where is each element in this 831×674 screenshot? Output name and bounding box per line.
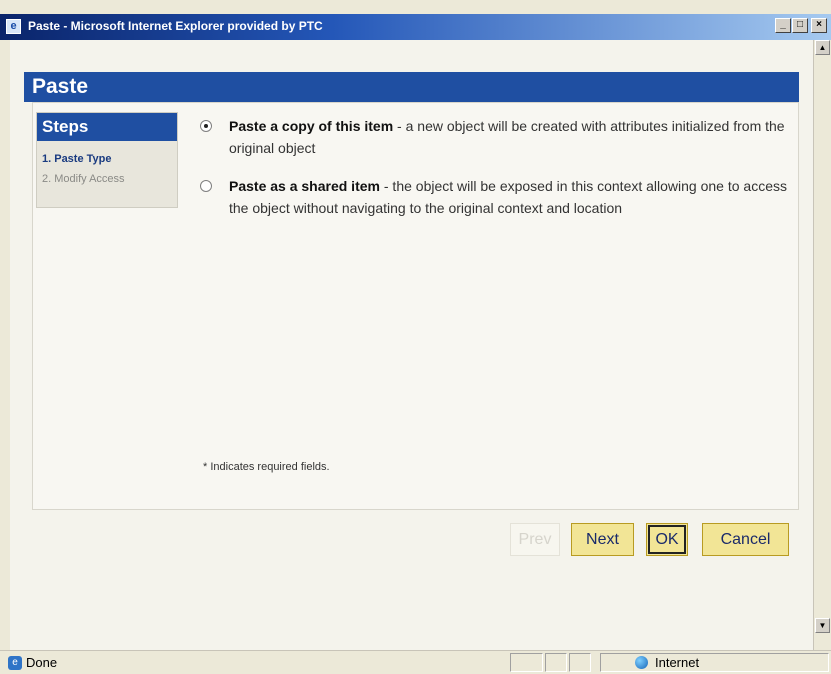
step-paste-type[interactable]: 1. Paste Type [37,149,177,169]
ie-icon: e [6,19,21,34]
browser-window: e Paste - Microsoft Internet Explorer pr… [0,0,831,674]
scroll-up-icon[interactable]: ▲ [815,40,830,55]
window-title: Paste - Microsoft Internet Explorer prov… [28,19,323,33]
minimize-button[interactable]: _ [775,18,791,33]
title-bar: e Paste - Microsoft Internet Explorer pr… [0,14,831,40]
radio-paste-shared[interactable] [200,180,212,192]
status-segment [545,653,567,672]
option-paste-copy-label: Paste a copy of this item - a new object… [229,115,789,159]
option-paste-shared-title: Paste as a shared item [229,178,380,194]
maximize-button[interactable]: □ [792,18,808,33]
security-zone-label: Internet [655,655,700,670]
next-button[interactable]: Next [571,523,634,556]
vertical-scrollbar[interactable]: ▲ ▼ [813,40,831,650]
option-paste-copy-title: Paste a copy of this item [229,118,394,134]
status-segment [569,653,591,672]
ok-button[interactable]: OK [646,523,688,556]
option-paste-shared-label: Paste as a shared item - the object will… [229,175,789,219]
steps-panel: Steps 1. Paste Type 2. Modify Access [36,112,178,208]
status-text: Done [26,655,58,670]
scroll-down-icon[interactable]: ▼ [815,618,830,633]
cancel-button[interactable]: Cancel [702,523,789,556]
page-title: Paste [24,72,799,102]
status-bar: e Done Internet [0,650,831,674]
required-fields-note: * Indicates required fields. [203,461,330,473]
steps-title: Steps [37,113,177,141]
step-modify-access: 2. Modify Access [42,173,125,185]
page-done-icon: e [8,656,22,670]
close-button[interactable]: × [811,18,827,33]
status-segment [510,653,543,672]
radio-paste-copy[interactable] [200,120,212,132]
globe-icon [635,656,648,669]
prev-button[interactable]: Prev [510,523,560,556]
